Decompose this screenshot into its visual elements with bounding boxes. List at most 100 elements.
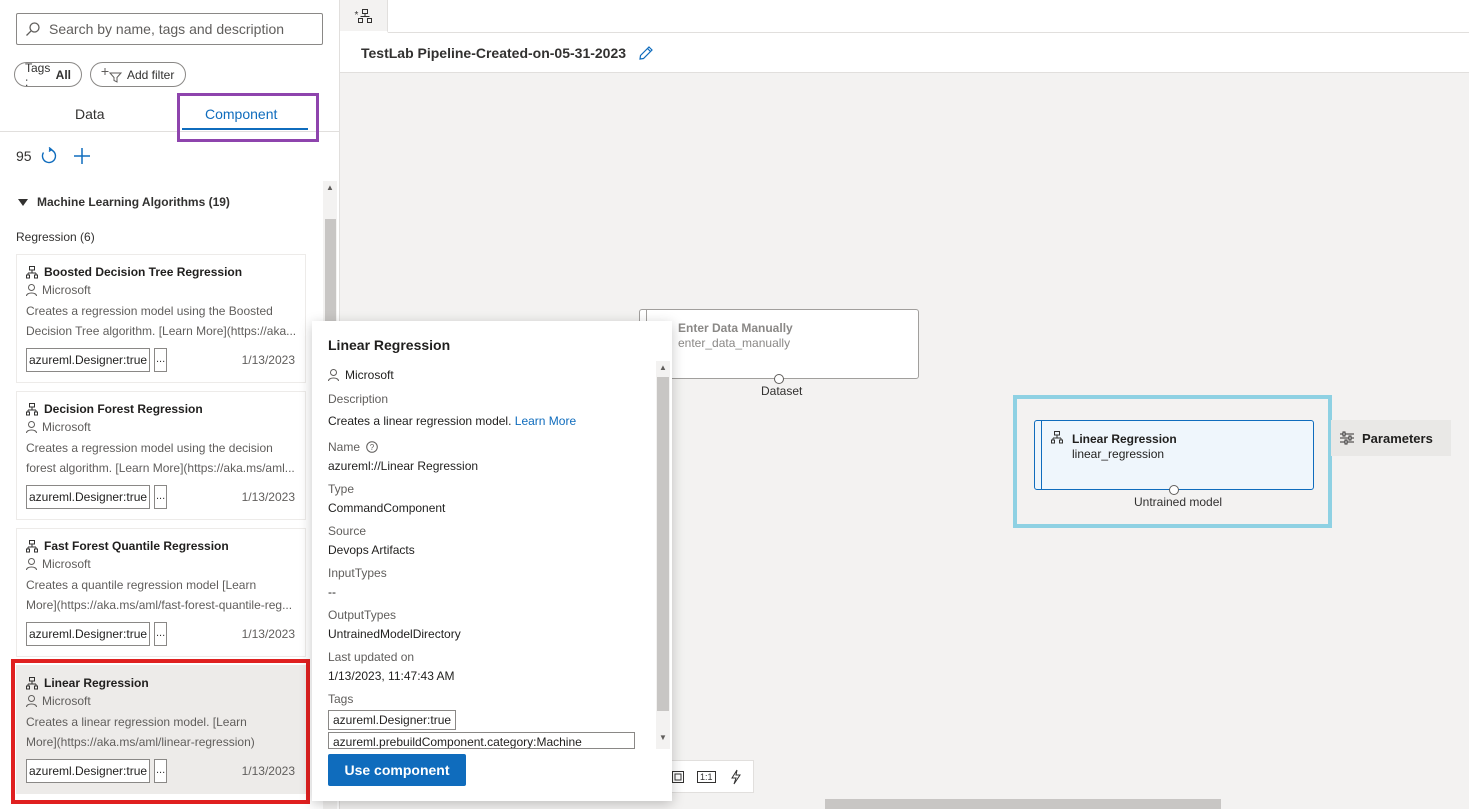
card-author-row: Microsoft [26,281,296,299]
card-more-tags-button[interactable]: ... [154,622,168,646]
popup-scrollbar-thumb[interactable] [657,377,669,711]
parameters-label: Parameters [1362,430,1433,446]
card-footer: azureml.Designer:true ... 1/13/2023 [26,759,295,783]
sliders-icon [1340,431,1354,445]
actual-size-button[interactable]: 1:1 [697,770,716,783]
tags-filter-pill[interactable]: Tags : All [14,60,82,89]
untrained-model-port-label: Untrained model [1134,495,1223,509]
card-author: Microsoft [42,283,91,297]
pipeline-icon [358,8,373,23]
popup-scroll-up-arrow[interactable]: ▲ [659,363,667,372]
search-box[interactable] [16,13,323,45]
card-author-row: Microsoft [26,418,296,436]
node-title: Enter Data Manually [678,321,793,335]
count-row: 95 [16,146,92,166]
tab-data[interactable]: Data [75,106,105,122]
pipeline-title: TestLab Pipeline-Created-on-05-31-2023 [361,44,627,61]
add-filter-button[interactable]: Add filter [90,62,186,87]
add-icon[interactable] [72,146,92,166]
canvas-toolbar: 1:1 [668,760,754,793]
node-subtitle: enter_data_manually [678,336,791,350]
group-header-ml-algorithms[interactable]: Machine Learning Algorithms (19) [18,195,230,209]
popup-updated-label: Last updated on [328,650,415,664]
card-tag[interactable]: azureml.Designer:true [26,485,151,509]
person-icon [328,369,339,381]
card-date: 1/13/2023 [241,353,295,367]
edit-pencil-icon[interactable] [638,45,654,61]
card-title-row: Fast Forest Quantile Regression [26,537,296,555]
component-icon [26,539,38,552]
use-component-button[interactable]: Use component [328,754,466,786]
card-more-tags-button[interactable]: ... [154,759,168,783]
component-card[interactable]: Decision Forest Regression Microsoft Cre… [16,391,306,520]
tags-label: Tags : [25,60,51,89]
popup-author: Microsoft [345,368,394,382]
fit-to-screen-icon[interactable] [671,770,685,784]
node-enter-data-manually[interactable]: Enter Data Manually enter_data_manually [639,309,919,379]
card-more-tags-button[interactable]: ... [154,485,168,509]
add-filter-icon [101,67,123,83]
add-filter-label: Add filter [127,67,175,82]
auto-layout-icon[interactable] [728,769,744,785]
card-author-row: Microsoft [26,692,296,710]
card-footer: azureml.Designer:true ... 1/13/2023 [26,622,295,646]
search-input[interactable] [49,21,309,37]
popup-name-label: Name [328,440,361,454]
pipeline-title-bar: TestLab Pipeline-Created-on-05-31-2023 [340,33,1469,73]
person-icon [26,421,37,433]
actual-size-label: 1:1 [700,771,713,782]
component-count: 95 [16,148,32,164]
card-title: Decision Forest Regression [44,402,203,416]
component-icon [26,402,38,415]
card-title-row: Linear Regression [26,674,296,692]
untrained-model-output-port[interactable] [1169,485,1179,495]
info-icon[interactable]: ? [366,441,378,453]
refresh-icon[interactable] [40,147,58,165]
tab-component[interactable]: Component [205,106,277,122]
popup-description: Creates a linear regression model. Learn… [328,414,577,428]
card-tag[interactable]: azureml.Designer:true [26,348,151,372]
person-icon [26,558,37,570]
card-title-row: Boosted Decision Tree Regression [26,263,296,281]
card-author: Microsoft [42,420,91,434]
card-date: 1/13/2023 [241,490,295,504]
parameters-button[interactable]: Parameters [1331,420,1451,456]
popup-source: Devops Artifacts [328,543,415,557]
search-icon [26,22,40,36]
component-details-popup: Linear Regression Microsoft Description … [312,321,672,801]
card-more-tags-button[interactable]: ... [154,348,168,372]
popup-name-label-row: Name ? [328,440,378,454]
pipeline-doc-tab[interactable]: * [340,0,388,33]
asset-tabs: Data Component [0,96,339,132]
person-icon [26,284,37,296]
popup-output: UntrainedModelDirectory [328,627,461,641]
canvas-horizontal-scrollbar[interactable] [825,799,1221,809]
component-icon [26,265,38,278]
component-card[interactable]: Boosted Decision Tree Regression Microso… [16,254,306,383]
card-tag[interactable]: azureml.Designer:true [26,622,151,646]
scroll-up-arrow[interactable]: ▲ [326,183,334,192]
component-card-selected[interactable]: Linear Regression Microsoft Creates a li… [16,665,306,794]
popup-description-label: Description [328,392,389,406]
popup-tag: azureml.Designer:true [328,710,457,730]
tags-value: All [55,67,71,82]
popup-input: -- [328,585,336,599]
popup-author-row: Microsoft [328,368,394,382]
component-card[interactable]: Fast Forest Quantile Regression Microsof… [16,528,306,657]
card-tag[interactable]: azureml.Designer:true [26,759,151,783]
node-linear-regression[interactable]: Linear Regression linear_regression [1034,420,1314,490]
svg-text:?: ? [370,443,375,452]
card-author-row: Microsoft [26,555,296,573]
popup-title: Linear Regression [328,337,451,353]
card-date: 1/13/2023 [241,627,295,641]
card-author: Microsoft [42,557,91,571]
card-title: Linear Regression [44,676,149,690]
popup-type-label: Type [328,482,355,496]
card-footer: azureml.Designer:true ... 1/13/2023 [26,485,295,509]
asset-library-panel: Tags : All Add filter Data Component 95 … [0,0,340,809]
popup-scroll-down-arrow[interactable]: ▼ [659,733,667,742]
learn-more-link[interactable]: Learn More [515,414,576,428]
subgroup-regression: Regression (6) [16,230,95,244]
card-author: Microsoft [42,694,91,708]
dataset-output-port[interactable] [774,374,784,384]
